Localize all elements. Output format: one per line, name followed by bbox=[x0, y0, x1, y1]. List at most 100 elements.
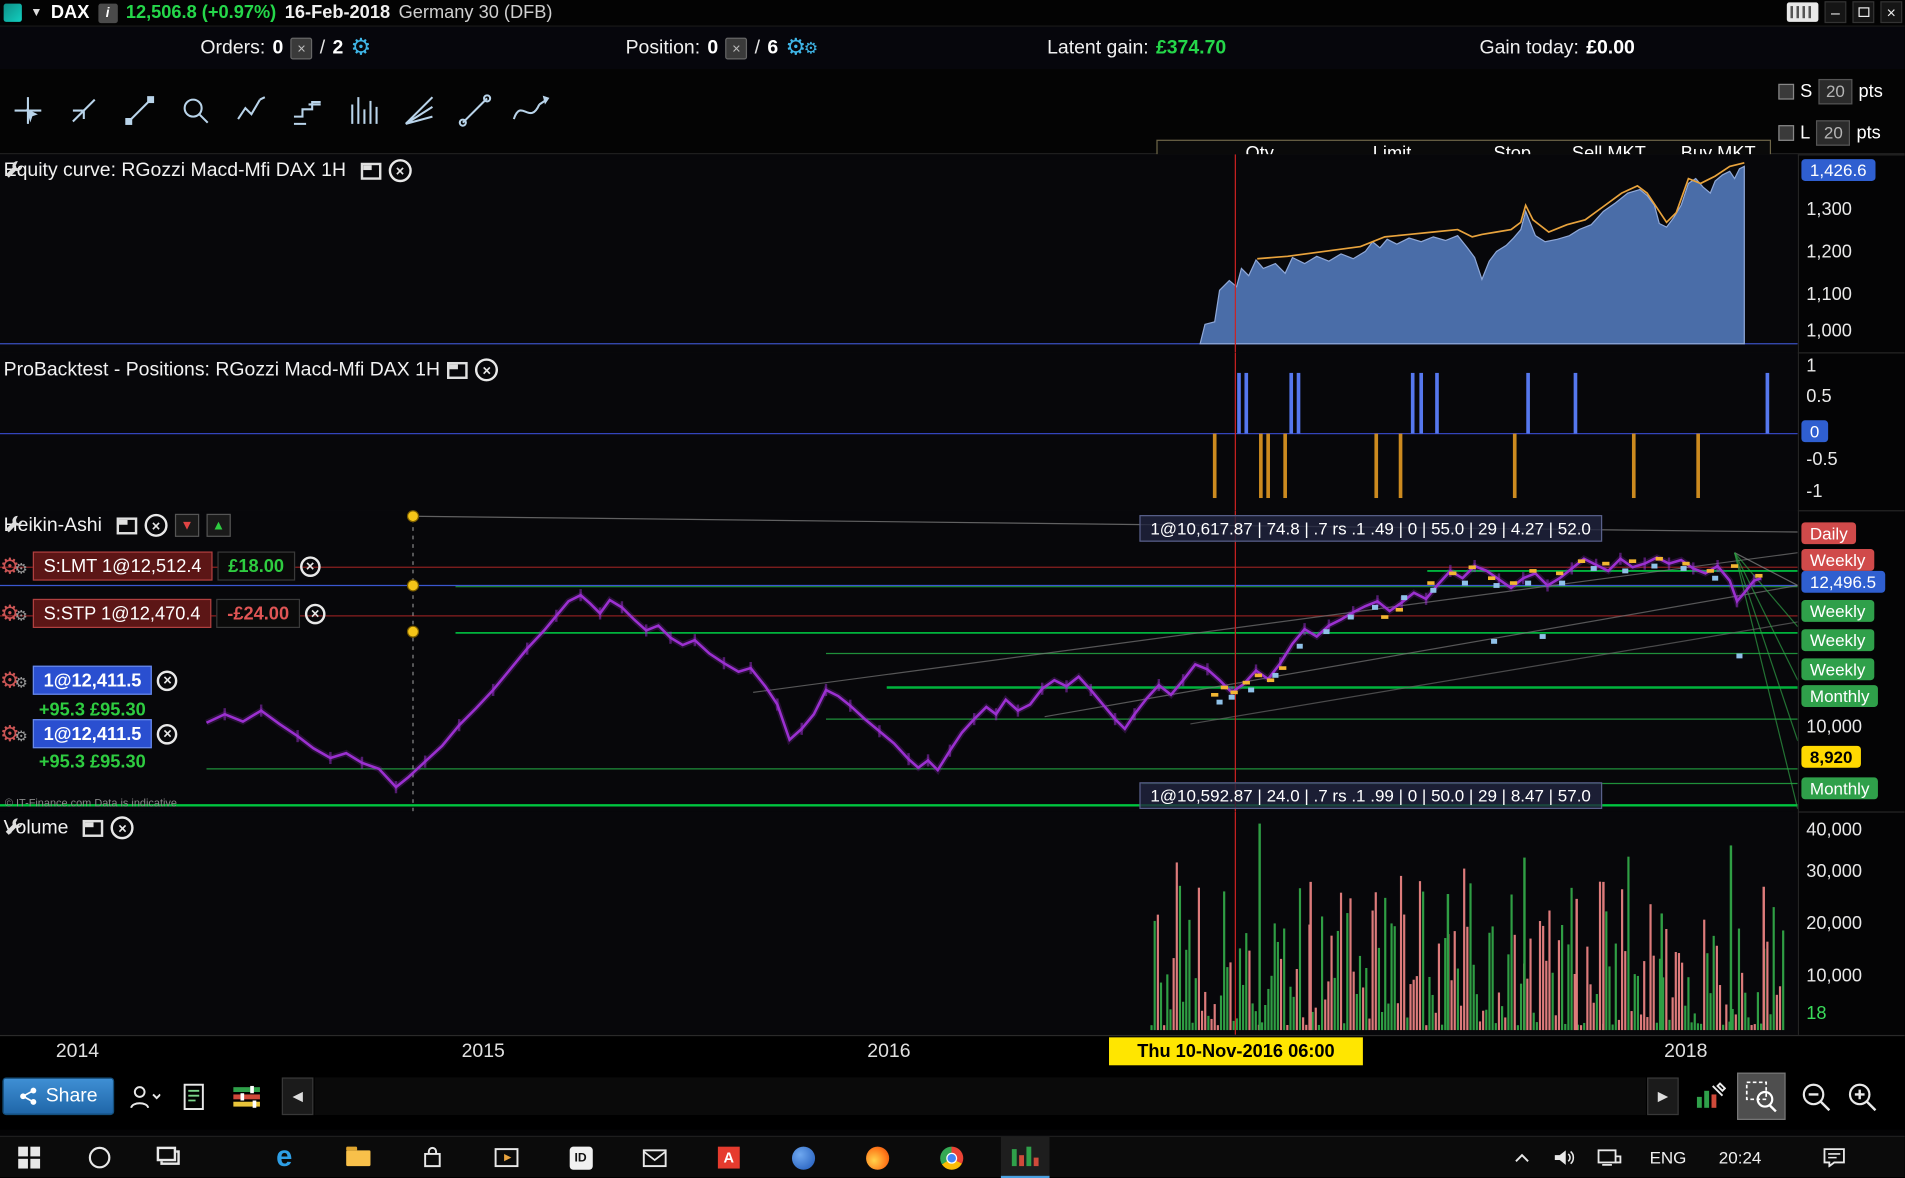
buy-arrow-icon[interactable]: ▲ bbox=[206, 513, 231, 537]
adobe-taskbar-icon[interactable]: A bbox=[705, 1137, 754, 1178]
browser-globe-taskbar-icon[interactable] bbox=[779, 1137, 828, 1178]
weekly-level-tag: Weekly bbox=[1801, 549, 1874, 571]
close-position-icon[interactable]: × bbox=[157, 669, 178, 691]
volume-close-icon[interactable]: × bbox=[110, 816, 135, 840]
order-pnl: -£24.00 bbox=[216, 598, 301, 628]
language-indicator[interactable]: ENG bbox=[1650, 1137, 1687, 1178]
cortana-button[interactable] bbox=[75, 1137, 124, 1178]
cancel-orders-button[interactable]: × bbox=[290, 37, 313, 59]
position-status: Position: 0 × / 6 ⚙ ⚙ bbox=[626, 27, 818, 70]
zoom-region-button[interactable] bbox=[1737, 1072, 1786, 1120]
volume-panel[interactable]: Volume × bbox=[0, 811, 1798, 1035]
position-chip[interactable]: 1@12,411.5 bbox=[32, 719, 153, 749]
positions-panel-title: ProBacktest - Positions: RGozzi Macd-Mfi… bbox=[3, 358, 440, 380]
chrome-taskbar-icon[interactable] bbox=[927, 1137, 976, 1178]
zoom-in-button[interactable] bbox=[1841, 1077, 1882, 1115]
scroll-left-button[interactable]: ◀ bbox=[281, 1077, 314, 1116]
close-button[interactable]: × bbox=[1880, 1, 1903, 24]
curve-tool-icon[interactable] bbox=[505, 79, 556, 142]
crosshair-diagonal-tool-icon[interactable] bbox=[58, 79, 109, 142]
sell-limit-order-chip[interactable]: S:LMT 1@12,512.4 bbox=[32, 551, 213, 581]
keyboard-icon[interactable] bbox=[1786, 2, 1819, 22]
strategy-gear-icon[interactable]: ⚙⚙ bbox=[0, 555, 28, 577]
chart-scrollbar-track[interactable] bbox=[314, 1077, 1646, 1116]
weekly-level-tag: Weekly bbox=[1801, 600, 1874, 622]
main-close-icon[interactable]: × bbox=[144, 513, 168, 537]
share-button[interactable]: Share bbox=[2, 1077, 115, 1116]
user-menu-icon[interactable] bbox=[121, 1077, 167, 1115]
trading-platform-window: ▼ DAX i 12,506.8 (+0.97%) 16-Feb-2018 Ge… bbox=[0, 0, 1905, 1178]
firefox-taskbar-icon[interactable] bbox=[853, 1137, 902, 1178]
orders-separator: / bbox=[319, 37, 326, 58]
equity-window-icon[interactable] bbox=[360, 162, 382, 180]
close-position-icon[interactable]: × bbox=[157, 723, 178, 745]
close-position-button[interactable]: × bbox=[725, 37, 748, 59]
position-chip[interactable]: 1@12,411.5 bbox=[32, 665, 153, 695]
equity-close-icon[interactable]: × bbox=[388, 159, 412, 183]
cancel-order-icon[interactable]: × bbox=[304, 603, 326, 624]
cancel-order-icon[interactable]: × bbox=[299, 555, 321, 577]
file-explorer-taskbar-icon[interactable] bbox=[334, 1137, 383, 1178]
stop-checkbox[interactable] bbox=[1778, 83, 1795, 99]
clock[interactable]: 20:24 bbox=[1719, 1137, 1762, 1178]
zigzag-pattern-tool-icon[interactable] bbox=[226, 79, 277, 142]
strategy-gear-icon[interactable]: ⚙⚙ bbox=[0, 669, 28, 691]
gain-today: Gain today: £0.00 bbox=[1480, 27, 1635, 70]
main-window-icon[interactable] bbox=[116, 516, 138, 534]
limit-points-input[interactable]: 20 bbox=[1816, 119, 1851, 146]
fan-lines-tool-icon[interactable] bbox=[394, 79, 445, 142]
symbol-dropdown-caret-icon[interactable]: ▼ bbox=[30, 6, 42, 19]
time-axis-label: 2014 bbox=[55, 1040, 100, 1062]
order-tooltip-bottom: 1@10,592.87 | 24.0 | .7 rs .1 .99 | 0 | … bbox=[1139, 782, 1602, 809]
cursor-crosshair-tool-icon[interactable] bbox=[2, 79, 53, 142]
scroll-right-button[interactable]: ▶ bbox=[1647, 1077, 1679, 1116]
latent-gain-label: Latent gain: bbox=[1047, 37, 1149, 58]
stop-points-input[interactable]: 20 bbox=[1818, 78, 1853, 104]
level-price-tag: 8,920 bbox=[1801, 745, 1861, 768]
trendline-tool-icon[interactable] bbox=[449, 79, 500, 142]
network-tray-icon[interactable] bbox=[1589, 1137, 1630, 1178]
id-app-taskbar-icon[interactable]: ID bbox=[556, 1137, 605, 1178]
store-taskbar-icon[interactable] bbox=[408, 1137, 457, 1178]
orders-settings-gear-icon[interactable]: ⚙ bbox=[351, 36, 372, 59]
segment-tool-icon[interactable] bbox=[114, 79, 165, 142]
indicator-settings-icon[interactable] bbox=[228, 1077, 267, 1115]
start-button[interactable] bbox=[5, 1137, 54, 1178]
position-settings-gear2-icon[interactable]: ⚙ bbox=[804, 40, 818, 56]
step-lines-tool-icon[interactable] bbox=[282, 79, 333, 142]
positions-window-icon[interactable] bbox=[447, 361, 468, 379]
action-center-icon[interactable] bbox=[1812, 1137, 1856, 1178]
backtest-positions-panel[interactable]: ProBacktest - Positions: RGozzi Macd-Mfi… bbox=[0, 352, 1798, 511]
limit-checkbox[interactable] bbox=[1778, 124, 1795, 141]
task-view-button[interactable] bbox=[146, 1137, 195, 1178]
volume-chart[interactable] bbox=[0, 811, 1798, 1035]
zoom-out-button[interactable] bbox=[1795, 1077, 1836, 1115]
equity-curve-chart[interactable] bbox=[0, 154, 1798, 353]
data-watermark: © IT-Finance.com Data is indicative bbox=[4, 796, 177, 809]
volume-tray-icon[interactable] bbox=[1545, 1137, 1584, 1178]
sell-stop-order-chip[interactable]: S:STP 1@12,470.4 bbox=[32, 598, 212, 628]
bottom-toolbar: Share ◀ ▶ bbox=[0, 1066, 1905, 1130]
magnifier-tool-icon[interactable] bbox=[170, 79, 221, 142]
chart-edit-icon[interactable] bbox=[1688, 1077, 1732, 1115]
positions-zero-tag: 0 bbox=[1801, 420, 1828, 443]
sell-arrow-icon[interactable]: ▼ bbox=[174, 513, 200, 537]
mail-taskbar-icon[interactable] bbox=[630, 1137, 679, 1178]
video-app-taskbar-icon[interactable] bbox=[482, 1137, 531, 1178]
edge-taskbar-icon[interactable]: e bbox=[260, 1137, 309, 1178]
strategy-gear-icon[interactable]: ⚙⚙ bbox=[0, 602, 28, 624]
equity-curve-panel[interactable]: Equity curve: RGozzi Macd-Mfi DAX 1H × bbox=[0, 154, 1798, 353]
tray-expand-chevron-icon[interactable] bbox=[1504, 1137, 1540, 1178]
info-icon[interactable]: i bbox=[97, 3, 118, 23]
histogram-tool-icon[interactable] bbox=[338, 79, 389, 142]
last-price-change: 12,506.8 (+0.97%) bbox=[125, 2, 277, 24]
trading-app-taskbar-icon[interactable] bbox=[1000, 1136, 1050, 1178]
positions-close-icon[interactable]: × bbox=[475, 358, 499, 382]
volume-window-icon[interactable] bbox=[83, 819, 104, 837]
report-document-icon[interactable] bbox=[177, 1077, 211, 1115]
limit-distance-row: L 20 pts bbox=[1778, 118, 1881, 147]
strategy-gear-icon[interactable]: ⚙⚙ bbox=[0, 723, 28, 745]
maximize-button[interactable] bbox=[1852, 1, 1875, 24]
heikin-ashi-panel[interactable]: Heikin-Ashi × ▼ ▲ ⚙⚙ S:LMT 1@12,512.4 £1… bbox=[0, 510, 1798, 812]
minimize-button[interactable]: – bbox=[1824, 1, 1847, 24]
